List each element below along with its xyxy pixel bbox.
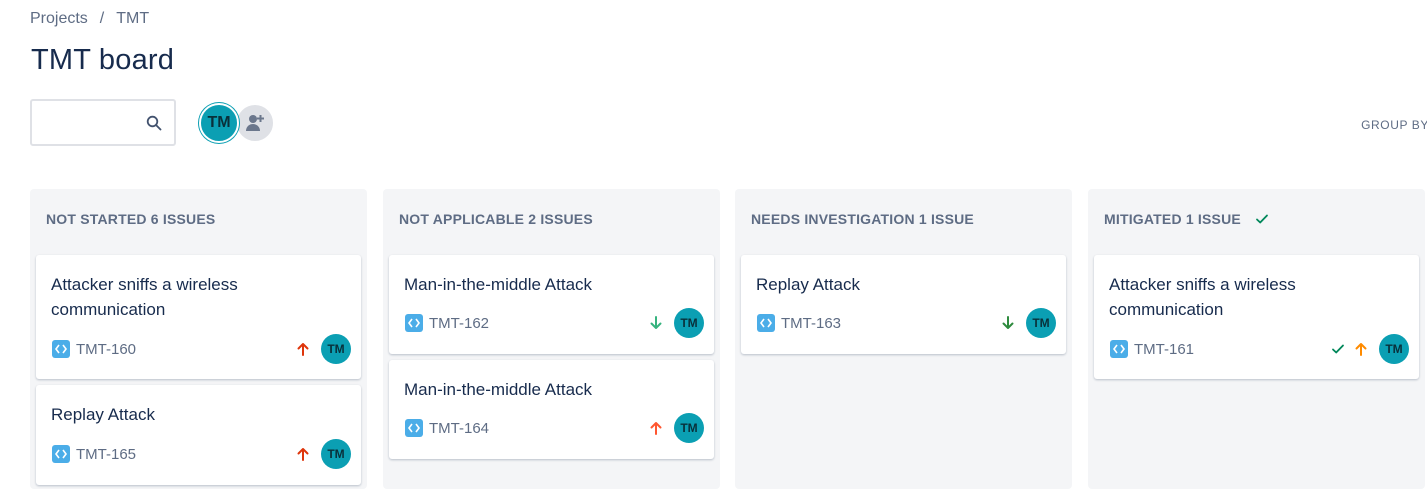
priority-low-icon [1002,316,1014,329]
card-footer: TMT-165 TM [52,439,351,469]
add-person-icon [246,115,264,131]
assignee-avatar[interactable]: TM [1379,334,1409,364]
page-title: TMT board [31,44,175,76]
issue-key[interactable]: TMT-165 [76,446,136,463]
assignee-avatar[interactable]: TM [321,439,351,469]
column-title: NEEDS INVESTIGATION 1 ISSUE [751,211,974,227]
card-footer: TMT-160 TM [52,334,351,364]
avatar-initials: TM [207,114,231,131]
issue-key[interactable]: TMT-164 [429,420,489,437]
column-title: NOT APPLICABLE 2 ISSUES [399,211,593,227]
column-not-started: NOT STARTED 6 ISSUES Attacker sniffs a w… [30,189,367,489]
issue-card[interactable]: Attacker sniffs a wireless communication… [1094,255,1419,379]
card-footer: TMT-162 TM [405,308,704,338]
card-title: Man-in-the-middle Attack [404,275,593,294]
card-title: Replay Attack [756,275,860,294]
assignee-avatar[interactable]: TM [674,413,704,443]
card-footer: TMT-161 TM [1110,334,1409,364]
breadcrumb-project-link[interactable]: TMT [116,10,149,28]
add-people-button[interactable] [235,103,275,143]
issue-type-icon [1110,340,1128,358]
done-check-icon [1332,344,1344,354]
column-needs-investigation: NEEDS INVESTIGATION 1 ISSUE Replay Attac… [735,189,1072,489]
search-icon[interactable] [146,115,162,131]
card-title: Man-in-the-middle Attack [404,380,593,399]
breadcrumb-projects-link[interactable]: Projects [30,10,88,28]
assignee-avatar[interactable]: TM [1026,308,1056,338]
issue-type-icon [405,314,423,332]
issue-card[interactable]: Man-in-the-middle Attack TMT-162 TM [389,255,714,354]
user-avatar-filter[interactable]: TM [199,103,239,143]
issue-card[interactable]: Replay Attack TMT-165 TM [36,385,361,485]
column-header: NOT APPLICABLE 2 ISSUES [399,211,593,227]
column-title: NOT STARTED 6 ISSUES [46,211,216,227]
breadcrumb: Projects / TMT [30,10,149,28]
card-title: Attacker sniffs a wireless communication [1109,275,1296,319]
priority-high-icon [297,448,309,461]
search-box[interactable] [30,99,176,146]
issue-key[interactable]: TMT-162 [429,315,489,332]
priority-high-icon [297,343,309,356]
issue-card[interactable]: Replay Attack TMT-163 TM [741,255,1066,354]
column-header: NEEDS INVESTIGATION 1 ISSUE [751,211,974,227]
issue-key[interactable]: TMT-160 [76,341,136,358]
issue-key[interactable]: TMT-163 [781,315,841,332]
group-by-dropdown[interactable]: GROUP BY [1361,118,1427,132]
card-title: Replay Attack [51,405,155,424]
priority-low-icon [650,316,662,329]
breadcrumb-separator: / [99,10,105,27]
column-not-applicable: NOT APPLICABLE 2 ISSUES Man-in-the-middl… [383,189,720,489]
column-header: NOT STARTED 6 ISSUES [46,211,215,227]
check-icon [1256,214,1268,224]
issue-type-icon [757,314,775,332]
issue-card[interactable]: Attacker sniffs a wireless communication… [36,255,361,379]
column-header: MITIGATED 1 ISSUE [1104,211,1269,227]
card-title: Attacker sniffs a wireless communication [51,275,238,319]
issue-key[interactable]: TMT-161 [1134,341,1194,358]
column-title: MITIGATED 1 ISSUE [1104,211,1241,227]
assignee-avatar[interactable]: TM [674,308,704,338]
issue-type-icon [52,445,70,463]
column-mitigated: MITIGATED 1 ISSUE Attacker sniffs a wire… [1088,189,1425,489]
card-footer: TMT-164 TM [405,413,704,443]
priority-medium-icon [1355,343,1367,356]
issue-card[interactable]: Man-in-the-middle Attack TMT-164 TM [389,360,714,459]
issue-type-icon [405,419,423,437]
search-input[interactable] [32,101,158,144]
issue-type-icon [52,340,70,358]
card-footer: TMT-163 TM [757,308,1056,338]
priority-high-icon [650,422,662,435]
assignee-avatar[interactable]: TM [321,334,351,364]
